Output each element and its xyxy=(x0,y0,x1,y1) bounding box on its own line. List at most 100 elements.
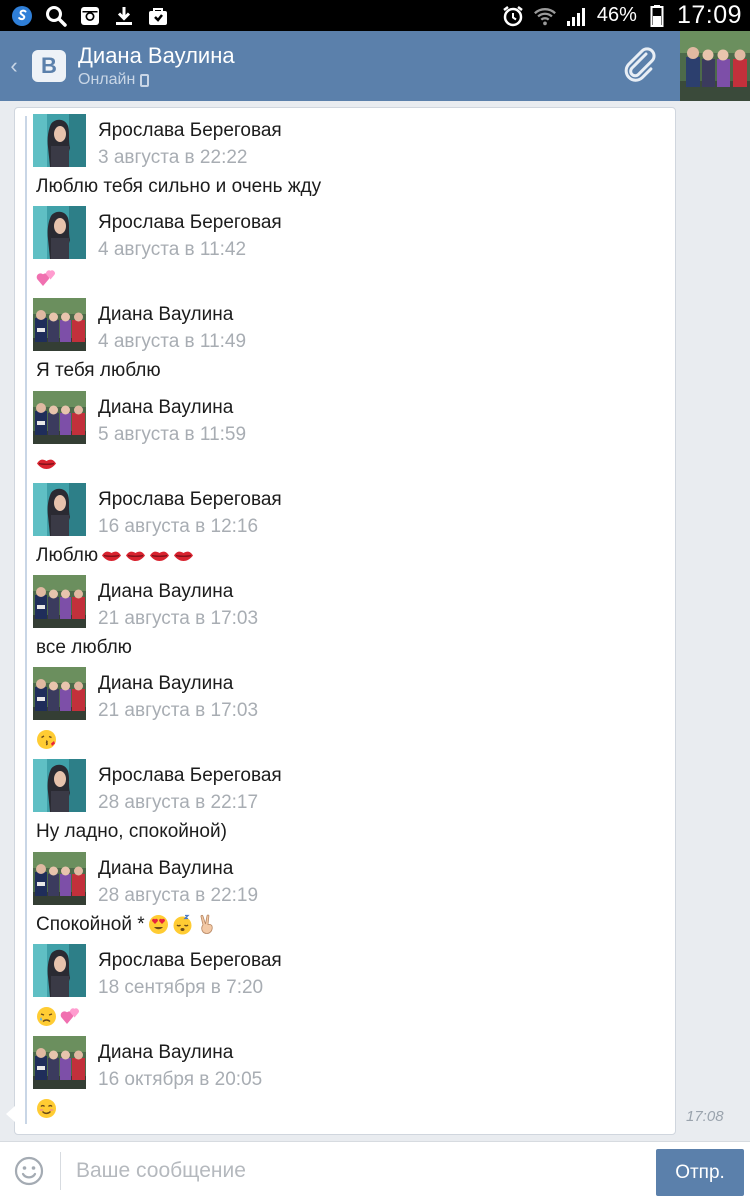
sender-avatar[interactable] xyxy=(33,575,86,628)
sender-name[interactable]: Ярослава Береговая xyxy=(98,212,282,234)
send-button[interactable]: Отпр. xyxy=(656,1149,744,1196)
battery-percent: 46% xyxy=(596,4,637,26)
message-date: 28 августа в 22:19 xyxy=(98,884,259,906)
input-divider xyxy=(60,1152,61,1190)
message-bubble[interactable]: Ярослава Береговая 3 августа в 22:22 Люблю… xyxy=(14,107,676,1135)
sender-name[interactable]: Ярослава Береговая xyxy=(98,489,282,511)
message-text xyxy=(36,453,57,474)
vk-logo-icon[interactable]: В xyxy=(32,50,66,82)
signal-icon xyxy=(565,5,589,27)
forwarded-message[interactable]: Диана Ваулина 16 октября в 20:05 xyxy=(33,1030,673,1122)
kiss-lips-emoji-icon xyxy=(125,545,146,566)
chat-header: ‹ В Диана Ваулина Онлайн xyxy=(0,31,680,101)
message-time: 17:08 xyxy=(686,1108,724,1125)
message-text: Я тебя люблю xyxy=(36,360,161,382)
wifi-icon xyxy=(533,5,557,27)
message-text: Ну ладно, спокойной) xyxy=(36,821,227,843)
sender-avatar[interactable] xyxy=(33,482,86,536)
message-text-content: Я тебя люблю xyxy=(36,360,161,382)
message-date: 4 августа в 11:42 xyxy=(98,239,247,261)
smiling-face-emoji-icon xyxy=(36,1098,57,1119)
sender-avatar[interactable] xyxy=(33,851,86,905)
message-text: Люблю тебя сильно и очень жду xyxy=(36,176,321,198)
bubble-tail xyxy=(6,1106,15,1122)
message-text-content: Люблю тебя сильно и очень жду xyxy=(36,176,322,197)
paperclip-icon[interactable] xyxy=(620,45,660,85)
message-date: 18 сентября в 7:20 xyxy=(98,976,264,998)
bag-icon xyxy=(146,5,170,27)
chat-area[interactable]: Ярослава Береговая 3 августа в 22:22 Люблю… xyxy=(0,101,750,1141)
kiss-lips-emoji-icon xyxy=(149,545,170,566)
forwarded-message[interactable]: Ярослава Береговая 4 августа в 11:42 xyxy=(33,200,673,292)
message-text xyxy=(36,729,57,750)
message-date: 3 августа в 22:22 xyxy=(98,147,248,168)
search-icon xyxy=(44,5,68,27)
sender-avatar[interactable] xyxy=(33,667,86,721)
sleeping-face-emoji-icon xyxy=(172,914,193,935)
sender-name[interactable]: Ярослава Береговая xyxy=(98,950,282,972)
sender-name[interactable]: Диана Ваулина xyxy=(98,397,233,419)
forwarded-message[interactable]: Диана Ваулина 28 августа в 22:19 Спокойной… xyxy=(33,846,673,938)
message-text: все люблю xyxy=(36,637,132,659)
sender-name[interactable]: Диана Ваулина xyxy=(98,581,233,603)
sender-name[interactable]: Диана Ваулина xyxy=(98,673,233,695)
forwarded-message[interactable]: Ярослава Береговая 18 сентября в 7:20 xyxy=(33,938,673,1030)
alarm-icon xyxy=(501,5,525,27)
sender-name[interactable]: Диана Ваулина xyxy=(98,1042,233,1064)
message-text xyxy=(36,1098,57,1119)
forwarded-message[interactable]: Диана Ваулина 4 августа в 11:49 Я тебя люб… xyxy=(33,292,673,384)
message-input[interactable] xyxy=(76,1154,636,1188)
forwarded-message[interactable]: Диана Ваулина 21 августа в 17:03 все люблю xyxy=(33,569,673,661)
forwarded-message[interactable]: Диана Ваулина 5 августа в 11:59 xyxy=(33,385,673,477)
message-text: Спокойной * xyxy=(36,914,217,936)
two-hearts-emoji-icon xyxy=(36,268,57,289)
sender-avatar[interactable] xyxy=(33,206,86,260)
download-icon xyxy=(112,5,136,27)
forwarded-message[interactable]: Ярослава Береговая 16 августа в 12:16 Любл… xyxy=(33,477,673,569)
message-text xyxy=(36,268,57,289)
online-status-label: Онлайн xyxy=(78,71,136,88)
sender-name[interactable]: Диана Ваулина xyxy=(98,304,233,326)
battery-icon xyxy=(645,4,669,27)
mobile-phone-icon xyxy=(140,73,150,87)
crying-face-emoji-icon xyxy=(36,1006,57,1027)
heart-eyes-emoji-icon xyxy=(148,914,169,935)
sender-avatar[interactable] xyxy=(33,114,86,167)
message-date: 16 августа в 12:16 xyxy=(98,515,259,537)
message-date: 16 октября в 20:05 xyxy=(98,1069,263,1090)
message-text xyxy=(36,1006,81,1027)
message-date: 4 августа в 11:49 xyxy=(98,331,247,353)
forwarded-message[interactable]: Диана Ваулина 21 августа в 17:03 xyxy=(33,661,673,753)
back-chevron-icon[interactable]: ‹ xyxy=(2,53,26,79)
message-text-content: Спокойной * xyxy=(36,913,145,935)
sender-avatar[interactable] xyxy=(33,390,86,444)
sender-avatar[interactable] xyxy=(33,759,86,813)
forwarded-message[interactable]: Ярослава Береговая 28 августа в 22:17 Ну л… xyxy=(33,753,673,845)
message-date: 28 августа в 22:17 xyxy=(98,792,259,814)
emoji-picker-icon[interactable] xyxy=(14,1156,44,1186)
status-bar: 46% 17:09 xyxy=(0,0,750,31)
forward-indicator-line xyxy=(25,116,27,1124)
header-text: Диана Ваулина Онлайн xyxy=(78,43,235,89)
s-app-icon xyxy=(10,5,34,27)
sender-name[interactable]: Ярослава Береговая xyxy=(98,765,282,787)
message-date: 21 августа в 17:03 xyxy=(98,700,259,722)
message-text-content: все люблю xyxy=(36,637,132,658)
instagram-icon xyxy=(78,5,102,27)
kiss-lips-emoji-icon xyxy=(101,545,122,566)
chat-avatar[interactable] xyxy=(680,31,750,101)
sender-avatar[interactable] xyxy=(33,298,86,352)
clock: 17:09 xyxy=(676,1,742,29)
chat-title[interactable]: Диана Ваулина xyxy=(78,43,235,69)
sender-avatar[interactable] xyxy=(33,1036,86,1089)
kiss-lips-emoji-icon xyxy=(36,453,57,474)
message-date: 5 августа в 11:59 xyxy=(98,423,247,445)
sender-avatar[interactable] xyxy=(33,943,86,997)
sender-name[interactable]: Ярослава Береговая xyxy=(98,120,282,142)
message-date: 21 августа в 17:03 xyxy=(98,608,259,629)
message-text-content: Люблю xyxy=(36,544,99,566)
victory-hand-emoji-icon xyxy=(196,914,217,935)
sender-name[interactable]: Диана Ваулина xyxy=(98,858,233,880)
chat-status: Онлайн xyxy=(78,71,235,89)
forwarded-message[interactable]: Ярослава Береговая 3 августа в 22:22 Люблю… xyxy=(33,108,673,200)
